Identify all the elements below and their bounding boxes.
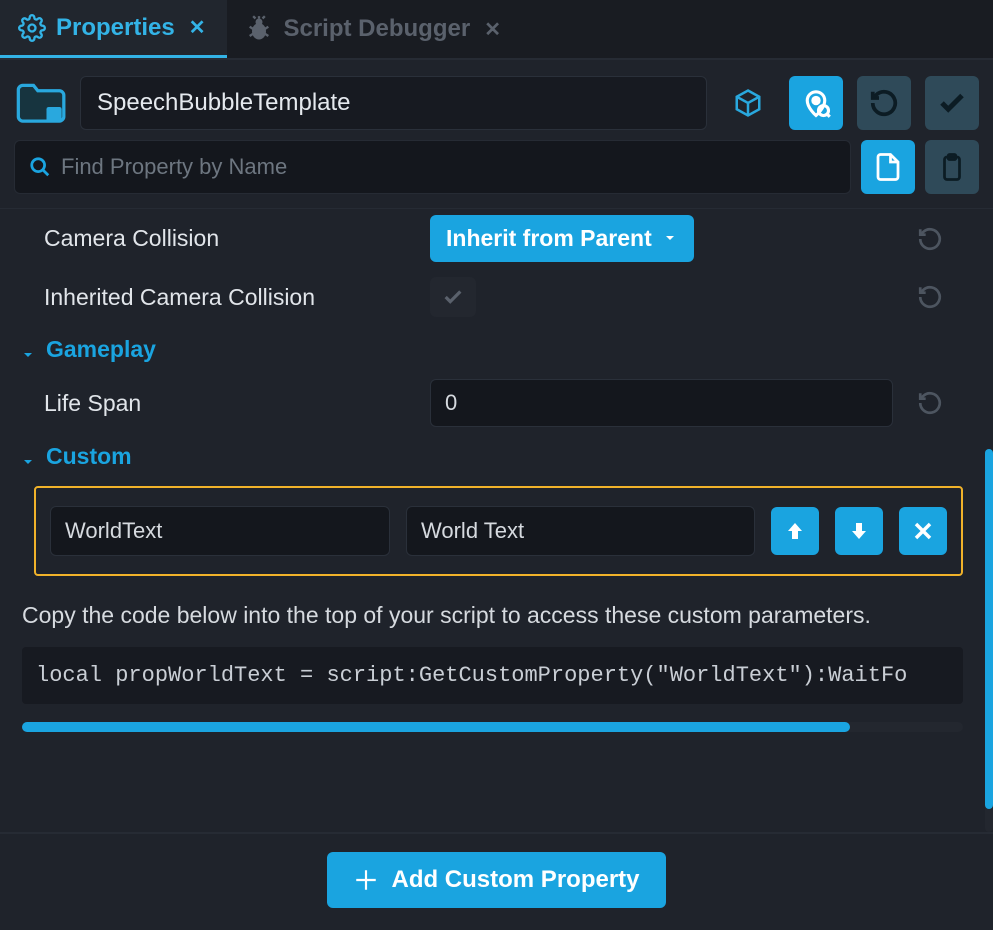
tab-properties[interactable]: Properties ✕ bbox=[0, 0, 227, 58]
revert-button[interactable] bbox=[857, 76, 911, 130]
section-gameplay[interactable]: Gameplay bbox=[0, 326, 981, 373]
custom-key-value: WorldText bbox=[65, 518, 162, 544]
add-button-label: Add Custom Property bbox=[391, 866, 639, 894]
reset-button[interactable] bbox=[909, 218, 951, 260]
footer: Add Custom Property bbox=[0, 832, 993, 930]
search-input[interactable] bbox=[61, 154, 836, 180]
folder-template-icon bbox=[14, 81, 66, 125]
search-row bbox=[0, 140, 993, 208]
add-custom-property-button[interactable]: Add Custom Property bbox=[327, 852, 665, 908]
code-snippet-text: local propWorldText = script:GetCustomPr… bbox=[36, 663, 907, 688]
locate-button[interactable] bbox=[789, 76, 843, 130]
move-down-button[interactable] bbox=[835, 507, 883, 555]
gear-icon bbox=[18, 14, 46, 42]
dropdown-value: Inherit from Parent bbox=[446, 225, 652, 252]
vertical-scrollbar[interactable] bbox=[983, 209, 993, 832]
close-icon[interactable]: ✕ bbox=[480, 15, 505, 44]
close-icon[interactable]: ✕ bbox=[185, 13, 210, 42]
section-custom-title: Custom bbox=[46, 443, 132, 470]
code-snippet-box[interactable]: local propWorldText = script:GetCustomPr… bbox=[22, 647, 963, 704]
inherited-camera-collision-check bbox=[430, 277, 476, 317]
header-row: SpeechBubbleTemplate bbox=[0, 60, 993, 140]
section-custom[interactable]: Custom bbox=[0, 433, 981, 480]
properties-body: Camera Collision Inherit from Parent bbox=[0, 208, 993, 832]
life-span-value: 0 bbox=[445, 390, 457, 416]
properties-panel: Properties ✕ Script Debugger ✕ SpeechBu bbox=[0, 0, 993, 930]
label-camera-collision: Camera Collision bbox=[44, 225, 414, 252]
tab-debugger-label: Script Debugger bbox=[283, 15, 470, 43]
tab-bar: Properties ✕ Script Debugger ✕ bbox=[0, 0, 993, 60]
vertical-scroll-thumb[interactable] bbox=[985, 449, 993, 809]
row-inherited-camera-collision: Inherited Camera Collision bbox=[0, 268, 981, 326]
custom-value-text: World Text bbox=[421, 518, 524, 544]
camera-collision-dropdown[interactable]: Inherit from Parent bbox=[430, 215, 694, 262]
template-name-field[interactable]: SpeechBubbleTemplate bbox=[80, 76, 707, 130]
move-up-button[interactable] bbox=[771, 507, 819, 555]
delete-button[interactable] bbox=[899, 507, 947, 555]
bug-icon bbox=[245, 15, 273, 43]
custom-value-field[interactable]: World Text bbox=[406, 506, 755, 556]
scroll-area: Camera Collision Inherit from Parent bbox=[0, 209, 981, 832]
chevron-down-icon bbox=[662, 225, 678, 252]
row-life-span: Life Span 0 bbox=[0, 373, 981, 433]
section-gameplay-title: Gameplay bbox=[46, 336, 156, 363]
clipboard-button[interactable] bbox=[925, 140, 979, 194]
reset-button[interactable] bbox=[909, 276, 951, 318]
life-span-input[interactable]: 0 bbox=[430, 379, 893, 427]
custom-hint-text: Copy the code below into the top of your… bbox=[0, 586, 981, 641]
search-icon bbox=[29, 156, 51, 178]
apply-button[interactable] bbox=[925, 76, 979, 130]
copy-page-button[interactable] bbox=[861, 140, 915, 194]
horizontal-scroll-thumb[interactable] bbox=[22, 722, 850, 732]
custom-property-row: WorldText World Text bbox=[34, 486, 963, 576]
search-box[interactable] bbox=[14, 140, 851, 194]
tab-script-debugger[interactable]: Script Debugger ✕ bbox=[227, 0, 522, 58]
reset-button[interactable] bbox=[909, 382, 951, 424]
row-camera-collision: Camera Collision Inherit from Parent bbox=[0, 209, 981, 268]
chevron-down-icon bbox=[20, 342, 36, 358]
label-life-span: Life Span bbox=[44, 390, 414, 417]
cube-link-button[interactable] bbox=[721, 76, 775, 130]
chevron-down-icon bbox=[20, 449, 36, 465]
tab-properties-label: Properties bbox=[56, 14, 175, 42]
horizontal-scrollbar[interactable] bbox=[22, 722, 963, 732]
custom-key-field[interactable]: WorldText bbox=[50, 506, 390, 556]
template-name-value: SpeechBubbleTemplate bbox=[97, 89, 351, 117]
label-inherited-camera-collision: Inherited Camera Collision bbox=[44, 284, 414, 311]
